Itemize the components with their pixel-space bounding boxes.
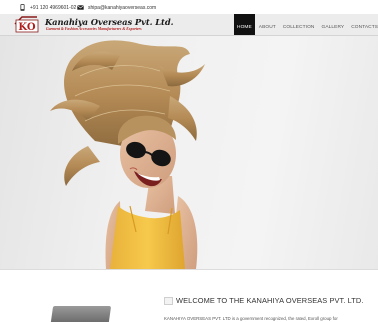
nav-gallery[interactable]: GALLERY bbox=[318, 14, 347, 35]
nav-contacts[interactable]: CONTACTS bbox=[348, 14, 378, 35]
hero-illustration bbox=[50, 40, 205, 269]
brand-name: Kanahiya Overseas Pvt. Ltd. bbox=[45, 17, 174, 27]
yellow-top bbox=[110, 206, 185, 269]
nav-home[interactable]: HOME bbox=[234, 14, 255, 35]
brand-tagline: Garment & Fashion Accessories Manufactur… bbox=[46, 27, 142, 31]
email-contact[interactable]: shipa@kanahiyaoverseas.com bbox=[77, 3, 156, 12]
top-contact-bar: +91 120 4969601-02 shipa@kanahiyaoversea… bbox=[0, 0, 378, 14]
nav-about[interactable]: ABOUT bbox=[256, 14, 279, 35]
welcome-title: WELCOME TO THE KANAHIYA OVERSEAS PVT. LT… bbox=[176, 296, 364, 305]
company-logo[interactable]: KO bbox=[13, 15, 41, 33]
hero-banner bbox=[0, 36, 378, 269]
section-divider bbox=[0, 269, 378, 270]
logo-text: KO bbox=[18, 22, 35, 33]
email-address: shipa@kanahiyaoverseas.com bbox=[88, 4, 157, 11]
envelope-icon bbox=[77, 4, 84, 11]
phone-number: +91 120 4969601-02 bbox=[30, 4, 77, 11]
welcome-title-marker bbox=[164, 297, 173, 305]
nav-collection[interactable]: COLLECTION bbox=[280, 14, 318, 35]
phone-contact[interactable]: +91 120 4969601-02 bbox=[19, 3, 76, 12]
main-nav: HOME ABOUT COLLECTION GALLERY CONTACTS bbox=[234, 14, 378, 35]
welcome-text: KANAHIYA OVERSEAS PVT. LTD is a governme… bbox=[164, 316, 338, 321]
mobile-phone-icon bbox=[19, 4, 26, 11]
